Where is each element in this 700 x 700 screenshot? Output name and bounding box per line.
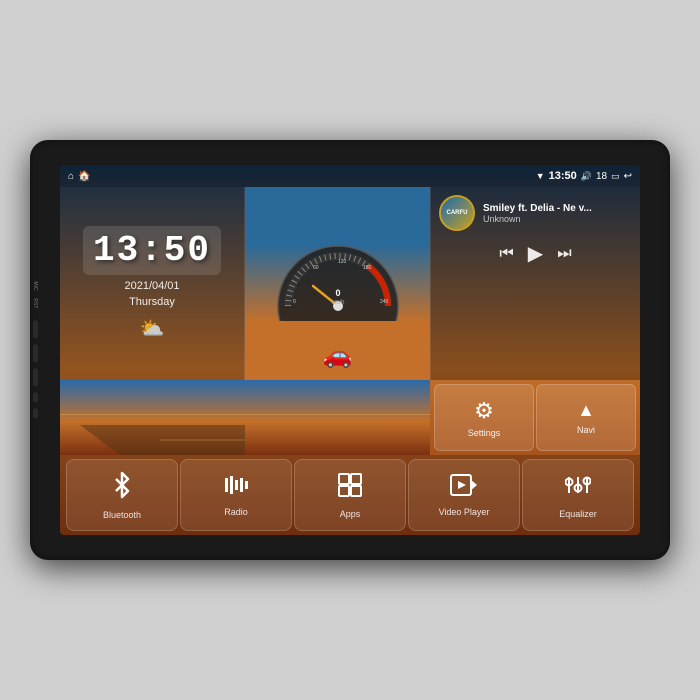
power-button[interactable] (33, 321, 38, 339)
settings-label: Settings (468, 428, 501, 438)
video-player-button[interactable]: Video Player (408, 459, 520, 531)
speedometer-widget: 🚗 (245, 187, 430, 380)
video-icon (450, 474, 478, 503)
back-button[interactable] (33, 369, 38, 387)
status-right: ▼ 13:50 🔊 18 ▭ ↩ (536, 170, 632, 182)
rst-label: RST (32, 299, 38, 309)
radio-button[interactable]: Radio (180, 459, 292, 531)
next-button[interactable]: ⏭ (557, 245, 571, 263)
clock-date: 2021/04/01 Thursday (124, 279, 179, 310)
apps-icon (337, 472, 363, 505)
car-stereo-device: MIC RST ⌂ 🏠 ▼ 13:50 🔊 18 ▭ ↩ (30, 140, 670, 560)
radio-icon (223, 474, 249, 503)
music-widget: CARFU Smiley ft. Delia - Ne v... Unknown… (430, 187, 640, 380)
side-controls: MIC RST (32, 281, 38, 418)
road-svg (60, 380, 430, 455)
status-time: 13:50 (549, 170, 577, 182)
wifi-icon: ▼ (536, 171, 545, 181)
svg-text:240: 240 (380, 299, 389, 305)
quick-access-buttons: ⚙ Settings ▲ Navi (430, 380, 640, 455)
svg-text:120: 120 (338, 259, 347, 265)
speedo-overlay: 0 km/h 0 60 120 180 240 (273, 241, 403, 326)
status-bar: ⌂ 🏠 ▼ 13:50 🔊 18 ▭ ↩ (60, 165, 640, 187)
equalizer-button[interactable]: Equalizer (522, 459, 634, 531)
equalizer-icon (565, 472, 591, 505)
navi-label: Navi (577, 425, 595, 435)
music-controls: ⏮ ▶ ⏭ (439, 241, 632, 266)
weather-icon: ⛅ (140, 316, 165, 341)
bluetooth-icon (111, 471, 133, 506)
svg-text:180: 180 (363, 265, 372, 271)
volume-level: 18 (596, 171, 607, 182)
play-button[interactable]: ▶ (528, 241, 543, 266)
settings-button[interactable]: ⚙ Settings (434, 384, 534, 451)
bluetooth-label: Bluetooth (103, 510, 141, 520)
clock-background: 13:50 (83, 226, 221, 275)
home-icon[interactable]: ⌂ (68, 171, 74, 182)
home2-icon[interactable]: 🏠 (78, 171, 90, 182)
vol-down-button[interactable] (33, 409, 38, 419)
music-artist: Unknown (483, 214, 632, 224)
svg-text:60: 60 (313, 265, 319, 271)
svg-text:0: 0 (293, 299, 296, 305)
bluetooth-button[interactable]: Bluetooth (66, 459, 178, 531)
volume-icon: 🔊 (581, 171, 592, 182)
svg-text:0: 0 (335, 288, 340, 298)
app-grid: Bluetooth Radio (60, 455, 640, 535)
carfu-logo: CARFU (439, 195, 475, 231)
video-label: Video Player (439, 507, 490, 517)
clock-time: 13:50 (93, 230, 211, 271)
road-scene-area (60, 380, 430, 455)
main-content: 13:50 2021/04/01 Thursday ⛅ 🚗 (60, 187, 640, 535)
home-button[interactable] (33, 345, 38, 363)
status-left: ⌂ 🏠 (68, 171, 91, 182)
settings-icon: ⚙ (474, 398, 494, 424)
music-title: Smiley ft. Delia - Ne v... (483, 203, 632, 214)
car-icon: 🚗 (323, 341, 353, 370)
apps-label: Apps (340, 509, 361, 519)
equalizer-label: Equalizer (559, 509, 597, 519)
back-icon[interactable]: ↩ (624, 171, 632, 182)
radio-label: Radio (224, 507, 248, 517)
svg-text:km/h: km/h (331, 300, 344, 306)
battery-icon: ▭ (611, 171, 620, 182)
navi-button[interactable]: ▲ Navi (536, 384, 636, 451)
top-row: 13:50 2021/04/01 Thursday ⛅ 🚗 (60, 187, 640, 380)
road-scene (60, 380, 430, 455)
vol-up-button[interactable] (33, 393, 38, 403)
navi-icon: ▲ (577, 400, 595, 421)
clock-widget: 13:50 2021/04/01 Thursday ⛅ (60, 187, 245, 380)
middle-section: ⚙ Settings ▲ Navi (60, 380, 640, 455)
music-header: CARFU Smiley ft. Delia - Ne v... Unknown (439, 195, 632, 231)
speedometer-svg: 0 km/h 0 60 120 180 240 (273, 241, 403, 321)
prev-button[interactable]: ⏮ (499, 245, 513, 263)
mic-label: MIC (32, 281, 38, 290)
music-info: Smiley ft. Delia - Ne v... Unknown (483, 203, 632, 224)
apps-button[interactable]: Apps (294, 459, 406, 531)
main-screen: ⌂ 🏠 ▼ 13:50 🔊 18 ▭ ↩ 13:50 (60, 165, 640, 535)
